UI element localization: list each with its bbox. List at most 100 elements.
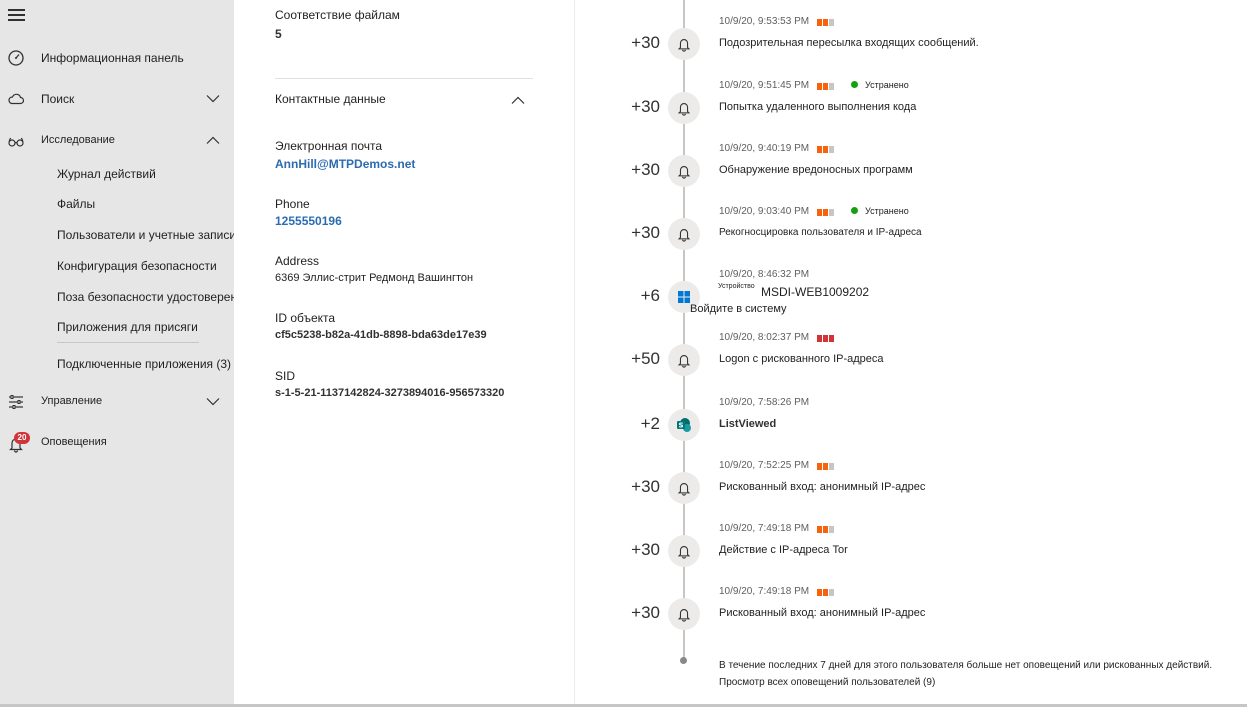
chevron-down-icon[interactable] [206, 94, 220, 103]
sub-item-activity-log[interactable]: Журнал действий [57, 167, 156, 181]
bell-icon [677, 546, 691, 559]
severity-indicator [817, 463, 837, 470]
event-time: 10/9/20, 7:49:18 PM [719, 523, 810, 534]
timeline-event[interactable]: +30 10/9/20, 9:40:19 PM Обнаружение вред… [576, 143, 1247, 220]
device-prefix: Устройство [718, 283, 755, 290]
timeline-event-device-logon[interactable]: +6 10/9/20, 8:46:32 PM Устройство MSDI-W… [576, 269, 1247, 346]
risk-score: +30 [631, 477, 660, 496]
svg-text:S: S [678, 422, 683, 430]
status-resolved: Устранено [851, 80, 909, 90]
event-time: 10/9/20, 9:03:40 PM [719, 206, 810, 217]
nav-item-investigation[interactable]: Исследование [0, 126, 234, 156]
nav-item-alerts[interactable]: Оповещения [0, 428, 234, 458]
status-label: Устранено [865, 80, 909, 90]
bell-icon [677, 166, 691, 179]
bell-icon [677, 103, 691, 116]
nav-item-label: Оповещения [41, 436, 107, 448]
timeline-event[interactable]: +30 10/9/20, 7:49:18 PM Действие с IP-ад… [576, 523, 1247, 600]
nav-item-label: Информационная панель [41, 51, 184, 65]
nav-item-search[interactable]: Поиск [0, 84, 234, 114]
chevron-down-icon[interactable] [206, 397, 220, 406]
file-match-label: Соответствие файлам [275, 8, 400, 22]
view-all-alerts-link[interactable]: Просмотр всех оповещений пользователей (… [719, 677, 935, 688]
timeline-event[interactable]: +30 10/9/20, 9:53:53 PM Подозрительная п… [576, 16, 1247, 93]
sub-item-connected-apps[interactable]: Подключенные приложения (3) [57, 357, 231, 371]
sid-value: s-1-5-21-1137142824-3273894016-956573320 [275, 387, 505, 399]
timeline-event[interactable]: +30 10/9/20, 7:52:25 PM Рискованный вход… [576, 460, 1247, 537]
timeline-event[interactable]: +2 S 10/9/20, 7:58:26 PM ListViewed [576, 397, 1247, 474]
phone-label: Phone [275, 197, 310, 211]
sub-item-security-config[interactable]: Конфигурация безопасности [57, 259, 217, 273]
sub-item-oauth-apps[interactable]: Приложения для присяги [57, 320, 198, 334]
event-icon-circle [668, 92, 700, 124]
event-title: Попытка удаленного выполнения кода [719, 101, 917, 113]
risk-score: +50 [631, 349, 660, 368]
sub-item-users-accounts[interactable]: Пользователи и учетные записи [57, 228, 236, 242]
sub-item-files[interactable]: Файлы [57, 197, 95, 211]
event-time: 10/9/20, 9:53:53 PM [719, 16, 810, 27]
event-icon-circle: S [668, 409, 700, 441]
risk-score: +30 [631, 603, 660, 622]
severity-indicator [817, 526, 837, 533]
bell-icon [677, 483, 691, 496]
timeline-event[interactable]: +30 10/9/20, 9:51:45 PM Устранено Попытк… [576, 80, 1247, 157]
sid-label: SID [275, 369, 296, 383]
event-time: 10/9/20, 7:49:18 PM [719, 586, 810, 597]
event-title: Рискованный вход: анонимный IP-адрес [719, 607, 926, 619]
resolved-dot [851, 207, 858, 214]
event-title: Рекогносцировка пользователя и IP-адреса [719, 227, 922, 238]
risk-score: +6 [640, 286, 660, 305]
status-label: Устранено [865, 206, 909, 216]
contact-section-header[interactable]: Контактные данные [275, 92, 386, 106]
severity-indicator [817, 83, 837, 90]
email-link[interactable]: AnnHill@MTPDemos.net [275, 157, 415, 171]
bell-icon [677, 609, 691, 622]
timeline-end-dot [680, 657, 687, 664]
event-icon-circle [668, 344, 700, 376]
event-time: 10/9/20, 7:58:26 PM [719, 397, 810, 408]
risk-score: +30 [631, 33, 660, 52]
bell-icon [677, 355, 691, 368]
glasses-icon [8, 137, 24, 147]
risk-score: +30 [631, 540, 660, 559]
file-match-value: 5 [275, 27, 282, 41]
event-time: 10/9/20, 9:51:45 PM [719, 80, 810, 91]
severity-indicator [817, 19, 837, 26]
section-divider [275, 78, 533, 79]
alerts-count-badge: 20 [14, 432, 30, 444]
chevron-up-icon[interactable] [206, 136, 220, 145]
event-title: Рискованный вход: анонимный IP-адрес [719, 481, 926, 493]
event-time: 10/9/20, 8:46:32 PM [719, 269, 810, 280]
timeline-event[interactable]: +30 10/9/20, 7:49:18 PM Рискованный вход… [576, 586, 1247, 663]
risk-score: +30 [631, 160, 660, 179]
event-title: Обнаружение вредоносных программ [719, 164, 913, 176]
event-title: Войдите в систему [690, 303, 787, 315]
timeline-footer-text: В течение последних 7 дней для этого пол… [719, 660, 1213, 671]
risk-score: +30 [631, 97, 660, 116]
risk-score: +30 [631, 223, 660, 242]
user-details-panel: Соответствие файлам 5 Контактные данные … [234, 0, 575, 707]
event-icon-circle [668, 472, 700, 504]
device-name-link[interactable]: MSDI-WEB1009202 [761, 285, 869, 299]
timeline-event[interactable]: +30 10/9/20, 9:03:40 PM Устранено Рекогн… [576, 206, 1247, 283]
nav-item-dashboard[interactable]: Информационная панель [0, 43, 234, 73]
gauge-icon [8, 50, 24, 66]
chevron-up-icon[interactable] [511, 96, 525, 105]
phone-link[interactable]: 1255550196 [275, 214, 342, 228]
risk-score: +2 [640, 414, 660, 433]
timeline-event[interactable]: +50 10/9/20, 8:02:37 PM Logon с рискован… [576, 332, 1247, 409]
sliders-icon [9, 395, 23, 409]
hamburger-menu-icon[interactable] [8, 8, 26, 21]
nav-item-manage[interactable]: Управление [0, 387, 234, 417]
event-icon-circle [668, 598, 700, 630]
status-resolved: Устранено [851, 206, 909, 216]
severity-indicator [817, 335, 837, 342]
address-value: 6369 Эллис-стрит Редмонд Вашингтон [275, 272, 474, 284]
nav-item-label: Поиск [41, 92, 75, 106]
object-id-value: cf5c5238-b82a-41db-8898-bda63de17e39 [275, 329, 487, 341]
severity-indicator [817, 209, 837, 216]
object-id-label: ID объекта [275, 311, 336, 325]
event-title: Подозрительная пересылка входящих сообще… [719, 37, 979, 49]
sub-item-identity-posture[interactable]: Поза безопасности удостоверений [57, 290, 250, 304]
nav-item-label: Исследование [41, 134, 115, 146]
